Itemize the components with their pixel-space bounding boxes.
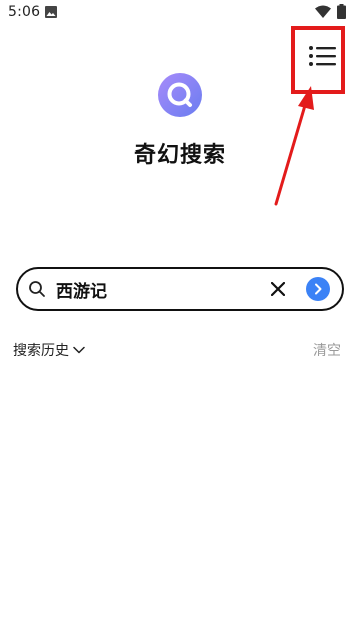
search-input[interactable] xyxy=(56,275,256,303)
search-icon xyxy=(29,281,45,297)
app-logo-icon xyxy=(158,73,202,117)
clear-history-button[interactable]: 清空 xyxy=(313,340,341,360)
search-history-label: 搜索历史 xyxy=(13,343,69,359)
menu-button[interactable] xyxy=(303,36,343,76)
app-title: 奇幻搜索 xyxy=(133,143,226,168)
chevron-right-icon xyxy=(315,283,322,295)
wifi-icon xyxy=(315,5,331,18)
submit-search-button[interactable] xyxy=(306,277,330,301)
chevron-down-icon xyxy=(73,346,85,354)
status-bar: 5:06 xyxy=(0,0,360,24)
battery-icon xyxy=(337,4,346,19)
menu-list-icon xyxy=(309,46,336,66)
status-time: 5:06 xyxy=(8,4,41,20)
photo-icon xyxy=(45,6,57,18)
search-bar[interactable] xyxy=(16,267,344,311)
clear-search-button[interactable] xyxy=(267,278,289,300)
close-icon xyxy=(271,282,285,296)
search-history-toggle[interactable]: 搜索历史 xyxy=(13,339,85,361)
